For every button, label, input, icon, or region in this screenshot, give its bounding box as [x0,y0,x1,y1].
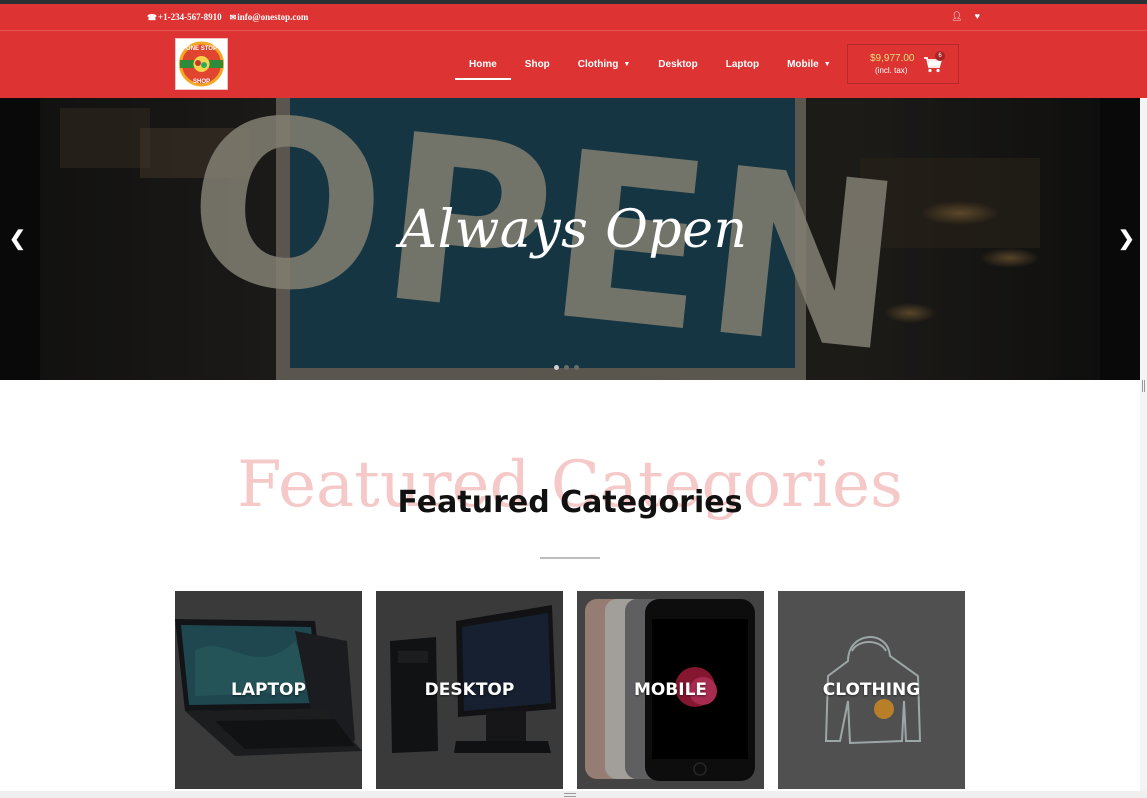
category-card-mobile[interactable]: MOBILE [577,591,764,789]
site-header: ONE STOP SHOP Home Shop Clothing ▼ Deskto… [0,31,1147,98]
page: ☎+1-234-567-8910 ✉info@onestop.com 👤︎ ♥ … [0,0,1147,798]
slider-dot[interactable] [554,365,559,370]
section-divider [540,557,600,559]
site-logo[interactable]: ONE STOP SHOP [175,38,228,90]
main-nav: Home Shop Clothing ▼ Desktop Laptop Mobil… [455,31,845,98]
nav-item-mobile[interactable]: Mobile ▼ [773,31,845,98]
logo-graphic: ONE STOP SHOP [176,39,227,89]
category-card-clothing[interactable]: CLOTHING [778,591,965,789]
chevron-left-icon[interactable]: ❮ [9,226,26,251]
cart-button[interactable]: $9,977.00 (incl. tax) 6 [847,44,959,84]
user-icon[interactable]: 👤︎ [951,11,962,22]
phone-icon: ☎ [147,13,157,22]
email-address: info@onestop.com [237,12,309,22]
hero-headline: Always Open [399,200,748,260]
nav-label-desktop: Desktop [658,59,698,70]
cart-amount: $9,977.00 [870,53,915,64]
nav-label-shop: Shop [524,59,550,70]
section-title: Featured Categories [397,485,743,520]
envelope-icon: ✉ [229,13,237,22]
category-card-desktop[interactable]: DESKTOP [376,591,563,789]
nav-item-laptop[interactable]: Laptop [712,31,773,98]
svg-text:SHOP: SHOP [193,79,210,85]
nav-label-laptop: Laptop [725,59,760,70]
caret-down-icon: ▼ [823,61,831,68]
slider-dots [554,365,579,370]
nav-label-clothing: Clothing [577,59,619,70]
scrollbar-grip[interactable] [1142,380,1145,392]
horizontal-scrollbar-grip[interactable] [564,793,576,797]
nav-label-home: Home [469,59,497,70]
slider-dot[interactable] [564,365,569,370]
top-contact-bar: ☎+1-234-567-8910 ✉info@onestop.com 👤︎ ♥ [0,4,1147,31]
nav-item-desktop[interactable]: Desktop [644,31,711,98]
phone-number: +1-234-567-8910 [157,12,222,22]
category-label: MOBILE [633,680,708,700]
chevron-right-icon[interactable]: ❯ [1118,226,1135,251]
nav-label-mobile: Mobile [787,59,819,70]
nav-item-shop[interactable]: Shop [511,31,564,98]
email-link[interactable]: ✉info@onestop.com [230,12,309,22]
category-label: CLOTHING [822,680,921,700]
hero-slider: OPEN Always Open ❮ ❯ [0,98,1147,380]
category-label: LAPTOP [231,680,306,700]
caret-down-icon: ▼ [623,61,631,68]
heart-icon[interactable]: ♥ [975,11,980,22]
slider-dot[interactable] [574,365,579,370]
cart-count-badge: 6 [935,51,945,61]
scrollbar[interactable] [1140,98,1147,798]
category-card-laptop[interactable]: LAPTOP [175,591,362,789]
nav-item-clothing[interactable]: Clothing ▼ [564,31,644,98]
cart-tax-note: (incl. tax) [875,66,908,75]
phone-link[interactable]: ☎+1-234-567-8910 [147,12,222,22]
svg-text:ONE STOP: ONE STOP [186,46,217,52]
account-links: 👤︎ ♥ [951,11,980,22]
category-grid: LAPTOP DESKTOP MOBILE CLOTHING [175,591,965,789]
nav-item-home[interactable]: Home [455,31,511,98]
contact-info: ☎+1-234-567-8910 ✉info@onestop.com [147,12,308,22]
category-label: DESKTOP [424,680,515,700]
